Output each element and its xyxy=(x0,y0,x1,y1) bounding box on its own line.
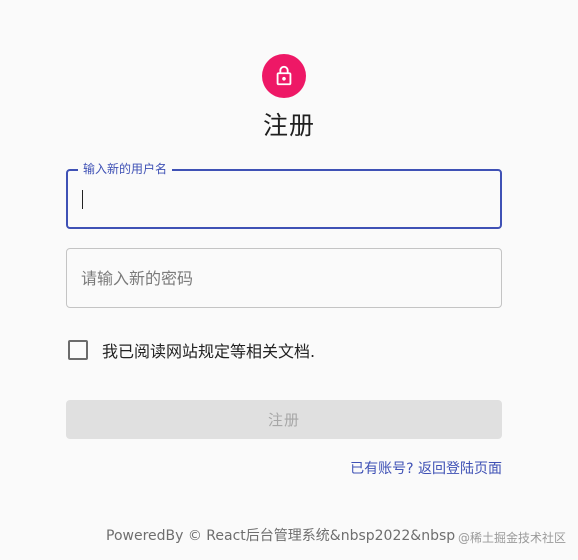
avatar xyxy=(262,54,306,98)
username-field[interactable]: 输入新的用户名 xyxy=(66,161,502,229)
back-to-login-link[interactable]: 已有账号? 返回登陆页面 xyxy=(350,458,502,478)
agree-checkbox[interactable] xyxy=(68,340,88,360)
footer-text: PoweredBy © React后台管理系统&nbsp2022&nbsp xyxy=(106,528,456,544)
agree-row[interactable]: 我已阅读网站规定等相关文档. xyxy=(66,338,315,362)
password-input[interactable] xyxy=(67,249,501,307)
watermark: @稀土掘金技术社区 xyxy=(455,529,566,546)
username-input[interactable] xyxy=(68,171,500,227)
register-page: 注册 输入新的用户名 我已阅读网站规定等相关文档. 注册 已有账号? 返回登陆页… xyxy=(0,0,578,560)
register-button[interactable]: 注册 xyxy=(66,400,502,439)
password-field[interactable] xyxy=(66,248,502,308)
text-caret xyxy=(82,190,83,209)
page-title: 注册 xyxy=(262,111,315,140)
agree-label: 我已阅读网站规定等相关文档. xyxy=(102,342,316,361)
lock-icon xyxy=(276,65,292,86)
